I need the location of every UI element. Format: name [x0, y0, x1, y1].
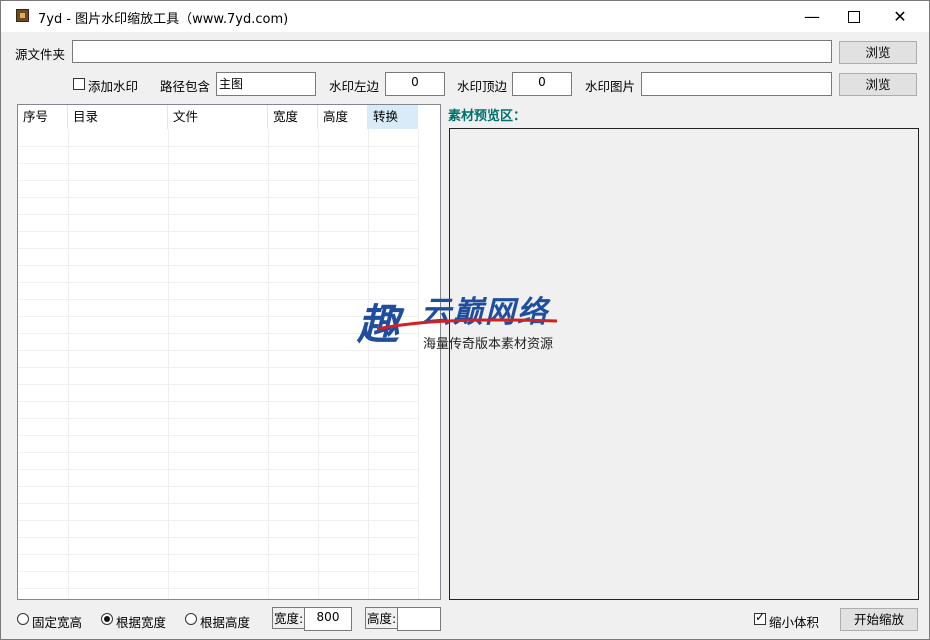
column-header-height[interactable]: 高度 — [318, 105, 368, 129]
watermark-overlay: 趣 云巅网络 海量传奇版本素材资源 — [357, 291, 577, 352]
width-field-label: 宽度: — [272, 607, 306, 629]
watermark-top-input[interactable]: 0 — [512, 72, 572, 96]
path-contains-label: 路径包含 — [160, 79, 211, 94]
grid-row-line — [18, 469, 418, 470]
preview-label: 素材预览区： — [448, 109, 527, 124]
watermark-left-label: 水印左边 — [329, 79, 380, 94]
grid-column-line — [68, 129, 69, 599]
column-header-width[interactable]: 宽度 — [268, 105, 318, 129]
minimize-button[interactable]: — — [789, 1, 835, 32]
grid-row-line — [18, 571, 418, 572]
by-width-radio[interactable] — [101, 613, 113, 625]
fixed-size-radio[interactable] — [17, 613, 29, 625]
window-title: 7yd - 图片水印缩放工具（www.7yd.com) — [38, 12, 289, 27]
path-contains-input[interactable]: 主图 — [216, 72, 316, 96]
overlay-swoosh-icon — [377, 318, 557, 331]
source-browse-button[interactable]: 浏览 — [839, 41, 917, 64]
grid-row-line — [18, 520, 418, 521]
shrink-size-checkbox[interactable] — [754, 610, 766, 625]
grid-row-line — [18, 384, 418, 385]
minimize-icon: — — [804, 7, 820, 26]
by-height-radio[interactable] — [185, 613, 197, 625]
grid-row-line — [18, 537, 418, 538]
watermark-image-label: 水印图片 — [585, 79, 636, 94]
source-folder-label: 源文件夹 — [15, 47, 66, 62]
width-input[interactable]: 800 — [304, 607, 352, 631]
preview-area — [449, 128, 919, 600]
grid-column-line — [318, 129, 319, 599]
grid-row-line — [18, 418, 418, 419]
watermark-browse-button[interactable]: 浏览 — [839, 73, 917, 96]
file-list-header: 序号 目录 文件 宽度 高度 转换 — [18, 105, 440, 129]
grid-row-line — [18, 367, 418, 368]
column-header-index[interactable]: 序号 — [18, 105, 68, 129]
app-window: 7yd - 图片水印缩放工具（www.7yd.com) — ✕ 源文件夹 浏览 … — [0, 0, 930, 640]
close-icon: ✕ — [893, 7, 907, 26]
by-height-label: 根据高度 — [200, 615, 251, 630]
shrink-size-label: 缩小体积 — [769, 615, 820, 630]
file-list[interactable]: 序号 目录 文件 宽度 高度 转换 — [17, 104, 441, 600]
watermark-left-input[interactable]: 0 — [385, 72, 445, 96]
by-width-label: 根据宽度 — [116, 615, 167, 630]
maximize-icon — [848, 10, 860, 23]
fixed-size-label: 固定宽高 — [32, 615, 83, 630]
grid-row-line — [18, 486, 418, 487]
grid-row-line — [18, 554, 418, 555]
grid-row-line — [18, 282, 418, 283]
add-watermark-checkbox[interactable] — [73, 78, 85, 90]
app-icon — [16, 9, 29, 22]
grid-row-line — [18, 197, 418, 198]
height-input[interactable] — [397, 607, 441, 631]
grid-row-line — [18, 435, 418, 436]
grid-row-line — [18, 503, 418, 504]
title-bar[interactable]: 7yd - 图片水印缩放工具（www.7yd.com) — ✕ — [1, 1, 929, 32]
grid-row-line — [18, 452, 418, 453]
grid-row-line — [18, 163, 418, 164]
column-header-convert[interactable]: 转换 — [368, 105, 418, 129]
grid-row-line — [18, 231, 418, 232]
grid-column-line — [268, 129, 269, 599]
grid-column-line — [168, 129, 169, 599]
maximize-button[interactable] — [831, 1, 877, 32]
watermark-image-input[interactable] — [641, 72, 832, 96]
add-watermark-label: 添加水印 — [88, 79, 139, 94]
grid-row-line — [18, 180, 418, 181]
file-list-grid — [18, 129, 419, 599]
watermark-top-label: 水印顶边 — [457, 79, 508, 94]
grid-column-line — [368, 129, 369, 599]
source-folder-input[interactable] — [72, 40, 832, 63]
grid-row-line — [18, 146, 418, 147]
grid-row-line — [18, 265, 418, 266]
height-field-label: 高度: — [365, 607, 399, 629]
start-resize-button[interactable]: 开始缩放 — [840, 608, 918, 631]
grid-row-line — [18, 248, 418, 249]
close-button[interactable]: ✕ — [877, 1, 923, 32]
grid-row-line — [18, 588, 418, 589]
column-header-directory[interactable]: 目录 — [68, 105, 168, 129]
overlay-tagline: 海量传奇版本素材资源 — [423, 337, 554, 352]
grid-row-line — [18, 214, 418, 215]
grid-row-line — [18, 401, 418, 402]
column-header-file[interactable]: 文件 — [168, 105, 268, 129]
grid-column-line — [418, 129, 419, 599]
